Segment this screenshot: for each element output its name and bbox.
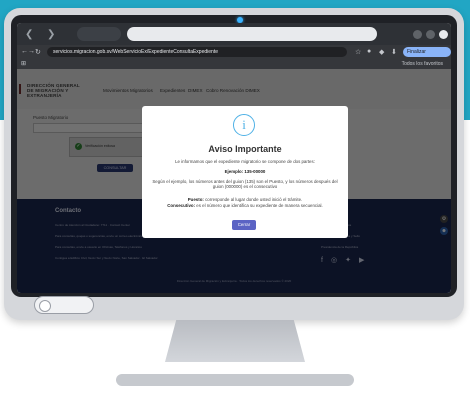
modal-explanation: Según el ejemplo, los números antes del … bbox=[152, 179, 338, 190]
update-button[interactable]: Finalizar actualización bbox=[403, 47, 451, 65]
browser-tab-active[interactable] bbox=[127, 27, 377, 41]
back-icon[interactable]: ❮ bbox=[25, 29, 33, 40]
reload-icon[interactable]: ↻ bbox=[35, 48, 41, 56]
consecutivo-term: Consecutivo: bbox=[167, 203, 196, 208]
star-icon[interactable]: ☆ bbox=[355, 48, 361, 56]
puesto-term: Puesto: bbox=[187, 197, 204, 202]
apps-icon[interactable]: ⊞ bbox=[21, 60, 26, 67]
monitor-bezel: ❮ ❯ ← → ↻ servicios.migracion.gob.sv/Web… bbox=[11, 15, 457, 297]
monitor-chin bbox=[4, 292, 464, 320]
monitor-stand bbox=[165, 320, 305, 362]
forward-icon[interactable]: ❯ bbox=[47, 29, 55, 40]
consecutivo-definition: es el número que identifica su expedient… bbox=[196, 203, 323, 208]
modal-puesto: Puesto: corresponde al lugar donde usted… bbox=[152, 197, 338, 202]
monitor: ❮ ❯ ← → ↻ servicios.migracion.gob.sv/Web… bbox=[4, 8, 464, 320]
modal-example: Ejemplo: 135-00000 bbox=[224, 169, 266, 174]
power-toggle bbox=[34, 296, 94, 314]
cerrar-button[interactable]: Cerrar bbox=[232, 220, 256, 230]
address-bar: ← → ↻ servicios.migracion.gob.sv/WebServ… bbox=[17, 45, 451, 65]
url-field[interactable]: servicios.migracion.gob.sv/WebServicioEx… bbox=[47, 47, 347, 57]
minimize-icon[interactable] bbox=[413, 30, 422, 39]
extension-icon[interactable]: ● bbox=[367, 48, 371, 55]
toggle-knob bbox=[39, 300, 51, 312]
web-page: DIRECCIÓN GENERAL DE MIGRACIÓN Y EXTRANJ… bbox=[17, 69, 451, 293]
modal-title: Aviso Importante bbox=[208, 144, 282, 154]
monitor-base bbox=[116, 374, 354, 386]
back-arrow-icon[interactable]: ← bbox=[21, 48, 28, 55]
browser-tab-bar: ❮ ❯ bbox=[17, 23, 451, 45]
close-window-icon[interactable] bbox=[439, 30, 448, 39]
shield-icon[interactable]: ◆ bbox=[379, 48, 384, 56]
download-icon[interactable]: ⬇ bbox=[391, 48, 397, 56]
screen: ❮ ❯ ← → ↻ servicios.migracion.gob.sv/Web… bbox=[17, 23, 451, 293]
browser-tab[interactable] bbox=[77, 27, 121, 41]
modal-intro: Le informamos que el expediente migrator… bbox=[175, 159, 315, 164]
forward-arrow-icon[interactable]: → bbox=[28, 48, 35, 55]
aviso-modal: i Aviso Importante Le informamos que el … bbox=[142, 106, 348, 238]
maximize-icon[interactable] bbox=[426, 30, 435, 39]
puesto-definition: corresponde al lugar donde usted inició … bbox=[205, 197, 303, 202]
modal-consecutivo: Consecutivo: es el número que identifica… bbox=[152, 203, 338, 208]
all-bookmarks-link[interactable]: Todos los favoritos bbox=[402, 61, 443, 67]
bookmarks-bar: ⊞ Todos los favoritos bbox=[17, 59, 451, 69]
info-icon: i bbox=[233, 114, 255, 136]
